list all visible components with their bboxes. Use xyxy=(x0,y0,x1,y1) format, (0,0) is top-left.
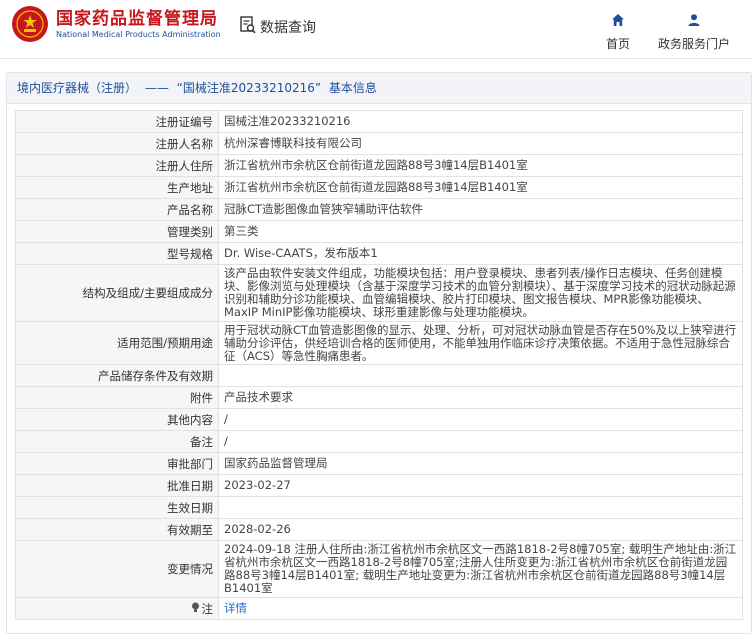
field-value: 产品技术要求 xyxy=(218,386,743,409)
breadcrumb-separator: —— xyxy=(144,81,169,95)
table-row: 有效期至 2028-02-26 xyxy=(15,518,743,541)
field-label: 产品储存条件及有效期 xyxy=(15,364,219,387)
table-row: 生产地址 浙江省杭州市余杭区仓前街道龙园路88号3幢14层B1401室 xyxy=(15,176,743,199)
field-value xyxy=(218,496,743,519)
field-label: 备注 xyxy=(15,430,219,453)
nav-home-label: 首页 xyxy=(606,37,631,51)
table-row: 审批部门 国家药品监督管理局 xyxy=(15,452,743,475)
field-value: 杭州深睿博联科技有限公司 xyxy=(218,132,743,155)
nav-gov-service-portal[interactable]: 政务服务门户 xyxy=(658,12,730,52)
table-row: 注册人住所 浙江省杭州市余杭区仓前街道龙园路88号3幢14层B1401室 xyxy=(15,154,743,177)
field-label: 注册人住所 xyxy=(15,154,219,177)
field-label: 适用范围/预期用途 xyxy=(15,321,219,365)
data-query-label: 数据查询 xyxy=(260,20,316,36)
brand-name-en: National Medical Products Administration xyxy=(56,30,221,39)
field-label: 变更情况 xyxy=(15,540,219,598)
field-label: 管理类别 xyxy=(15,220,219,243)
detail-panel: 境内医疗器械（注册） —— “国械注准20233210216” 基本信息 注册证… xyxy=(6,72,752,634)
bulb-icon xyxy=(191,602,200,616)
field-value: 2024-09-18 注册人住所由:浙江省杭州市余杭区文一西路1818-2号8幢… xyxy=(218,540,743,598)
field-value: 国械注准20233210216 xyxy=(218,110,743,133)
field-label: 注册人名称 xyxy=(15,132,219,155)
table-row: 变更情况 2024-09-18 注册人住所由:浙江省杭州市余杭区文一西路1818… xyxy=(15,540,743,598)
field-label: 型号规格 xyxy=(15,242,219,265)
field-label: 其他内容 xyxy=(15,408,219,431)
field-label: 结构及组成/主要组成成分 xyxy=(15,264,219,322)
table-row: 注册证编号 国械注准20233210216 xyxy=(15,110,743,133)
field-value: / xyxy=(218,430,743,453)
table-row: 批准日期 2023-02-27 xyxy=(15,474,743,497)
table-row: 产品名称 冠脉CT造影图像血管狭窄辅助评估软件 xyxy=(15,198,743,221)
breadcrumb-suffix: 基本信息 xyxy=(328,81,377,95)
brand-name-cn: 国家药品监督管理局 xyxy=(56,9,218,29)
field-value: 浙江省杭州市余杭区仓前街道龙园路88号3幢14层B1401室 xyxy=(218,176,743,199)
breadcrumb: 境内医疗器械（注册） —— “国械注准20233210216” 基本信息 xyxy=(7,73,751,104)
note-label: 注 xyxy=(201,601,214,616)
search-document-icon xyxy=(240,16,256,38)
table-row: 产品储存条件及有效期 xyxy=(15,364,743,387)
field-label: 批准日期 xyxy=(15,474,219,497)
field-value: 2028-02-26 xyxy=(218,518,743,541)
field-value: 冠脉CT造影图像血管狭窄辅助评估软件 xyxy=(218,198,743,221)
table-row: 生效日期 xyxy=(15,496,743,519)
field-label: 有效期至 xyxy=(15,518,219,541)
field-value: 用于冠状动脉CT血管造影图像的显示、处理、分析，可对冠状动脉血管是否存在50%及… xyxy=(218,321,743,365)
field-value: 第三类 xyxy=(218,220,743,243)
field-label: 生产地址 xyxy=(15,176,219,199)
field-label: 生效日期 xyxy=(15,496,219,519)
field-value: 2023-02-27 xyxy=(218,474,743,497)
field-label: 附件 xyxy=(15,386,219,409)
data-query-link[interactable]: 数据查询 xyxy=(240,16,316,38)
table-row: 注 详情 xyxy=(15,597,743,620)
breadcrumb-category[interactable]: 境内医疗器械（注册） xyxy=(17,81,137,95)
user-icon xyxy=(687,12,701,31)
details-link[interactable]: 详情 xyxy=(224,601,247,615)
breadcrumb-record: “国械注准20233210216” xyxy=(176,81,322,95)
table-row: 其他内容 / xyxy=(15,408,743,431)
nav-portal-label: 政务服务门户 xyxy=(658,37,731,51)
field-label: 注册证编号 xyxy=(15,110,219,133)
field-value: 浙江省杭州市余杭区仓前街道龙园路88号3幢14层B1401室 xyxy=(218,154,743,177)
field-label: 审批部门 xyxy=(15,452,219,475)
site-logo[interactable]: 国家药品监督管理局 National Medical Products Admi… xyxy=(12,6,221,42)
nav-home[interactable]: 首页 xyxy=(606,12,630,52)
field-value: Dr. Wise-CAATS，发布版本1 xyxy=(218,242,743,265)
table-row: 型号规格 Dr. Wise-CAATS，发布版本1 xyxy=(15,242,743,265)
field-value xyxy=(218,364,743,387)
table-row: 管理类别 第三类 xyxy=(15,220,743,243)
table-row: 结构及组成/主要组成成分 该产品由软件安装文件组成，功能模块包括：用户登录模块、… xyxy=(15,264,743,322)
field-value: / xyxy=(218,408,743,431)
table-row: 附件 产品技术要求 xyxy=(15,386,743,409)
national-emblem-icon xyxy=(12,6,48,42)
field-label: 注 xyxy=(15,597,219,620)
site-header: 国家药品监督管理局 National Medical Products Admi… xyxy=(0,0,752,59)
table-row: 备注 / xyxy=(15,430,743,453)
table-row: 注册人名称 杭州深睿博联科技有限公司 xyxy=(15,132,743,155)
field-value: 详情 xyxy=(218,597,743,620)
registration-info-table: 注册证编号 国械注准20233210216 注册人名称 杭州深睿博联科技有限公司… xyxy=(15,110,743,620)
field-label: 产品名称 xyxy=(15,198,219,221)
field-value: 该产品由软件安装文件组成，功能模块包括：用户登录模块、患者列表/操作日志模块、任… xyxy=(218,264,743,322)
home-icon xyxy=(611,12,625,31)
table-row: 适用范围/预期用途 用于冠状动脉CT血管造影图像的显示、处理、分析，可对冠状动脉… xyxy=(15,321,743,365)
field-value: 国家药品监督管理局 xyxy=(218,452,743,475)
